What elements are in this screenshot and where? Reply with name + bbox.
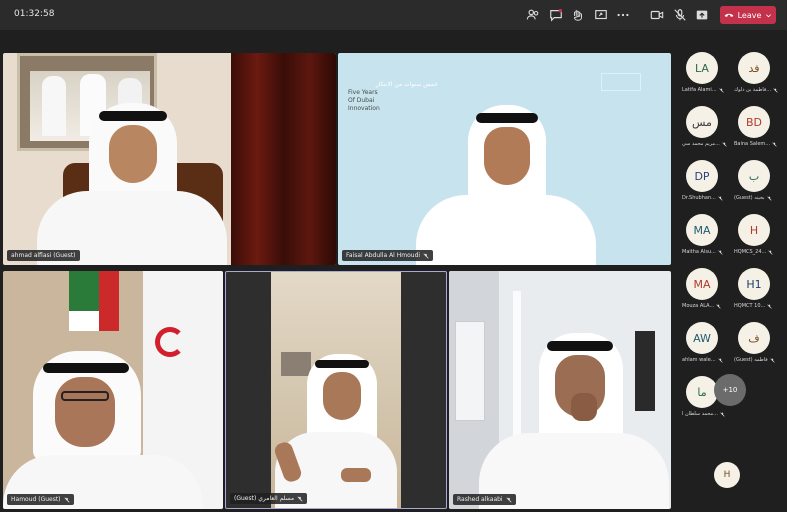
participant-name: فاطمة بن دلوك... [734, 87, 772, 93]
mic-off-icon [768, 249, 773, 255]
participant-avatar[interactable]: MA [686, 214, 718, 246]
participant-list-name: Latifa Alami... [682, 87, 724, 93]
participant-name-tag: ahmad alflasi (Guest) [7, 250, 80, 261]
mic-off-icon [767, 303, 772, 309]
mic-off-icon [722, 141, 727, 147]
video-grid: ahmad alflasi (Guest) خمس سنوات من الابت… [0, 30, 676, 512]
participant-name: Baina Salem... [734, 141, 771, 147]
mic-off-icon [717, 357, 723, 363]
participant-list-name: HQMCT 10... [734, 303, 772, 309]
self-avatar[interactable]: H [714, 462, 740, 488]
participant-name: ahlam wale... [682, 357, 716, 363]
mic-off-icon [506, 496, 512, 503]
slide-line2: Of Dubai [348, 97, 375, 104]
participant-list-name: ahlam wale... [682, 357, 723, 363]
phone-hangup-icon [724, 13, 733, 17]
mic-off-icon [773, 87, 778, 93]
mic-off-icon [720, 411, 725, 417]
participant-name: Hamoud (Guest) [11, 496, 61, 503]
share-screen-icon[interactable] [592, 6, 610, 24]
phone-video [271, 272, 401, 508]
participant-list-name: (Guest) بخيته [734, 195, 772, 201]
participant-name: (Guest) مسلم العامري [234, 495, 295, 502]
mic-off-icon [64, 496, 70, 503]
slide-arabic: خمس سنوات من الابتكار [375, 81, 438, 88]
share-tray-icon[interactable] [693, 6, 711, 24]
participant-list-name: (Guest) فاطمه [734, 357, 775, 363]
participant-list-name: محمد سلطان ا... [682, 411, 725, 417]
reactions-icon[interactable] [569, 6, 587, 24]
participant-avatar[interactable]: ب [738, 160, 770, 192]
mic-off-icon [716, 303, 721, 309]
slide-line1: Five Years [348, 89, 378, 96]
participant-list-name: مريم محمد سي... [682, 141, 727, 147]
participant-avatar[interactable]: H1 [738, 268, 770, 300]
mic-off-icon [718, 87, 724, 93]
leave-button[interactable]: Leave [720, 6, 776, 24]
camera-icon[interactable] [648, 6, 666, 24]
participant-avatar[interactable]: H [738, 214, 770, 246]
leave-label: Leave [737, 10, 762, 20]
mic-off-icon [718, 249, 723, 255]
more-options-icon[interactable] [614, 6, 632, 24]
participant-video [3, 351, 203, 509]
participant-video [37, 103, 227, 265]
participant-avatar[interactable]: LA [686, 52, 718, 84]
video-tile[interactable]: ahmad alflasi (Guest) [3, 53, 336, 265]
participant-list-name: Baina Salem... [734, 141, 777, 147]
mic-off-icon [770, 357, 775, 363]
participant-video [416, 105, 596, 265]
video-tile[interactable]: خمس سنوات من الابتكار Five Years Of Duba… [338, 53, 671, 265]
participant-avatar[interactable]: ف [738, 322, 770, 354]
participant-avatar[interactable]: DP [686, 160, 718, 192]
video-tile[interactable]: Rashed alkaabi [449, 271, 671, 509]
participant-name: Dr.Shubhan... [682, 195, 716, 201]
participant-avatar[interactable]: مس [686, 106, 718, 138]
participant-name: Rashed alkaabi [457, 496, 503, 503]
logo-mark [601, 73, 641, 91]
mic-off-icon [718, 195, 723, 201]
chevron-down-icon[interactable] [765, 12, 772, 19]
meeting-toolbar: 01:32:58 Leave [0, 0, 787, 30]
people-icon[interactable] [524, 6, 542, 24]
mic-off-icon [423, 252, 429, 259]
participant-list-name: فاطمة بن دلوك... [734, 87, 778, 93]
flag [69, 271, 99, 311]
participant-avatar[interactable]: MA [686, 268, 718, 300]
video-tile[interactable]: Hamoud (Guest) [3, 271, 223, 509]
participant-name: مريم محمد سي... [682, 141, 720, 147]
video-tile[interactable]: (Guest) مسلم العامري [225, 271, 447, 509]
participants-gallery: LA Latifa Alami... فد فاطمة بن دلوك... مس مري… [676, 30, 787, 512]
mic-off-icon[interactable] [671, 6, 689, 24]
chat-icon[interactable] [547, 6, 565, 24]
participant-name: Mouza ALA... [682, 303, 715, 309]
curtain [231, 53, 336, 265]
call-timer: 01:32:58 [14, 9, 55, 19]
participant-name: HQMCT 10... [734, 303, 766, 309]
participant-list-name: Dr.Shubhan... [682, 195, 723, 201]
participant-name: Latifa Alami... [682, 87, 717, 93]
participant-name: ahmad alflasi (Guest) [11, 252, 76, 259]
mic-off-icon [297, 495, 303, 502]
participant-name: محمد سلطان ا... [682, 411, 718, 417]
more-participants-button[interactable]: +10 [714, 374, 746, 406]
participant-name-tag: Faisal Abdulla Al Hmoudi [342, 250, 434, 261]
mic-off-icon [766, 195, 772, 201]
mic-off-icon [772, 141, 777, 147]
participant-avatar[interactable]: BD [738, 106, 770, 138]
participant-list-name: HQMCS_24... [734, 249, 773, 255]
participant-list-name: Maitha Alsu... [682, 249, 723, 255]
participant-name: Maitha Alsu... [682, 249, 716, 255]
participant-avatar[interactable]: AW [686, 322, 718, 354]
participant-name-tag: Hamoud (Guest) [7, 494, 74, 505]
participant-name-tag: Rashed alkaabi [453, 494, 516, 505]
participant-video [479, 333, 669, 509]
participant-avatar[interactable]: فد [738, 52, 770, 84]
participant-name: (Guest) بخيته [734, 195, 765, 201]
participant-name: Faisal Abdulla Al Hmoudi [346, 252, 421, 259]
participant-name: (Guest) فاطمه [734, 357, 768, 363]
participant-name: HQMCS_24... [734, 249, 767, 255]
participant-name-tag: (Guest) مسلم العامري [230, 493, 308, 504]
participant-list-name: Mouza ALA... [682, 303, 721, 309]
